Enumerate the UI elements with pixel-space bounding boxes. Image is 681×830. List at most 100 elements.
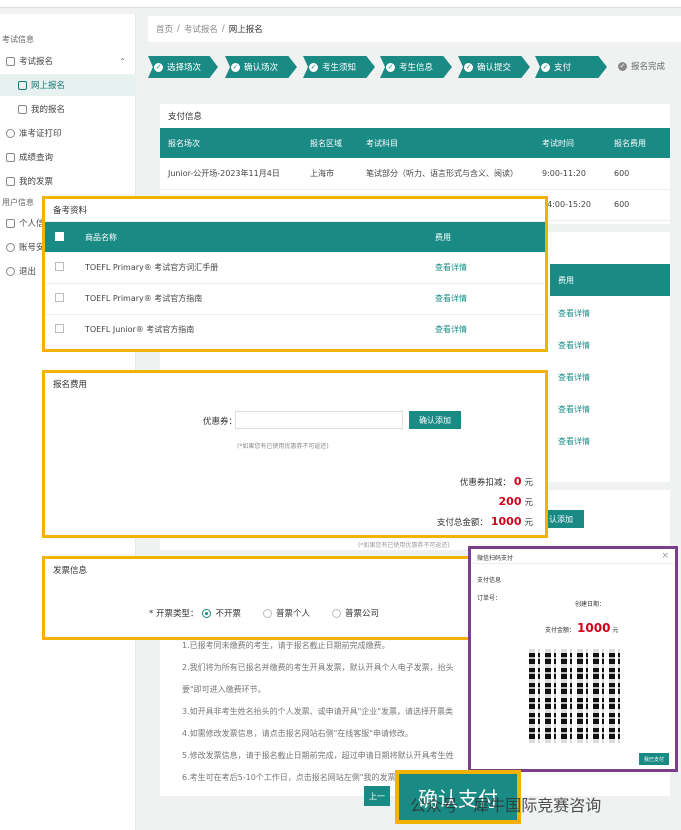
- step-label: 选择场次: [167, 63, 202, 73]
- check-icon: ✓: [386, 62, 395, 72]
- details-link[interactable]: 查看详情: [558, 436, 590, 447]
- watermark-text: 公众号 · 犀牛国际竞赛咨询: [410, 796, 602, 815]
- row-checkbox[interactable]: [55, 293, 64, 302]
- column-header: 费用: [427, 222, 545, 252]
- sidebar-item-score-query[interactable]: 成绩查询: [0, 146, 136, 168]
- select-cell: [45, 283, 77, 315]
- breadcrumb-separator: /: [177, 24, 180, 34]
- details-link[interactable]: 查看详情: [558, 340, 590, 351]
- sidebar-item-label: 账号安: [19, 243, 45, 253]
- order-label: 订单号：: [477, 595, 502, 602]
- discount-row: 优惠券扣减： 0 元: [460, 475, 533, 488]
- column-header: 考试科目: [358, 128, 534, 158]
- row-checkbox[interactable]: [55, 261, 64, 271]
- invoice-option-personal-radio[interactable]: [262, 608, 272, 618]
- check-icon: ✓: [618, 61, 627, 71]
- breadcrumb-separator: /: [221, 24, 225, 34]
- coupon-note-bg: (*如果您有已使用优惠券不可返还): [358, 542, 450, 549]
- power-icon: [6, 266, 15, 276]
- table-cell: Junior-公开场-2023年11月4日: [160, 158, 302, 190]
- unit-label: 元: [524, 478, 533, 488]
- breadcrumb-home[interactable]: 首页: [156, 23, 173, 35]
- amount-label: 支付金额：: [545, 627, 576, 634]
- breadcrumb-exam-register[interactable]: 考试报名: [184, 23, 218, 35]
- breadcrumb-current: 网上报名: [228, 25, 263, 35]
- sidebar-group-exam: 考试信息: [2, 35, 34, 44]
- product-name: TOEFL Primary® 考试官方词汇手册: [77, 252, 427, 284]
- table-cell: 笔试部分（听力、语言形式与含义、阅读）: [358, 158, 534, 190]
- select-all-cell: [45, 222, 77, 252]
- step-label: 报名完成: [631, 62, 666, 72]
- paid-button[interactable]: 我已支付: [639, 753, 669, 765]
- sidebar-item-label: 我的报名: [31, 105, 66, 115]
- column-header: 报名费用: [606, 128, 670, 158]
- invoice-option-label: 普票公司: [344, 609, 379, 619]
- sidebar-item-label: 成绩查询: [19, 153, 54, 163]
- top-bar: [0, 0, 681, 8]
- note-line: 5.修改发票信息，请于报名截止日期前完成，超过申请日期将默认开具考生姓: [182, 751, 454, 760]
- step-confirm-submit: ✓ 确认提交: [458, 56, 530, 78]
- step-complete: ✓ 报名完成: [618, 60, 665, 72]
- sidebar-item-admission-print[interactable]: 准考证打印: [0, 122, 136, 144]
- step-payment: ✓ 支付: [535, 56, 607, 78]
- column-header: 费用: [550, 264, 670, 296]
- sidebar-item-online-register[interactable]: 网上报名: [0, 74, 136, 96]
- print-icon: [6, 128, 15, 138]
- table-header-row: 商品名称 费用: [45, 222, 545, 252]
- amount-value: 1000: [577, 621, 611, 635]
- step-label: 支付: [554, 63, 572, 73]
- sidebar-item-my-register[interactable]: 我的报名: [0, 98, 136, 120]
- payment-info-title: 支付信息: [168, 112, 203, 122]
- step-label: 考生须知: [322, 63, 357, 73]
- details-link[interactable]: 查看详情: [558, 372, 590, 383]
- invoice-icon: [6, 176, 15, 186]
- note-line: 4.如需修改发票信息，请点击报名网站右侧"在线客服"申请修改。: [182, 729, 413, 738]
- edit-icon: [6, 56, 15, 66]
- details-link[interactable]: 查看详情: [427, 283, 545, 315]
- unit-label: 元: [612, 627, 619, 634]
- sidebar-group-user: 用户信息: [2, 198, 34, 207]
- discount-value: 0: [513, 475, 522, 488]
- discount-label: 优惠券扣减：: [459, 478, 511, 488]
- fees-title: 报名费用: [53, 380, 88, 390]
- date-label: 创建日期：: [575, 601, 606, 608]
- details-link[interactable]: 查看详情: [427, 314, 545, 346]
- sidebar-item-label: 准考证打印: [19, 129, 62, 139]
- check-icon: ✓: [309, 62, 318, 72]
- total-label: 支付总金额：: [436, 518, 488, 528]
- coupon-add-button[interactable]: 确认添加: [409, 411, 461, 429]
- step-label: 考生信息: [399, 63, 434, 73]
- select-cell: [45, 252, 77, 284]
- materials-panel: 备考资料 商品名称 费用 TOEFL Primary® 考试官方词汇手册 查看详…: [42, 196, 548, 352]
- details-link[interactable]: 查看详情: [558, 308, 590, 319]
- invoice-option-none-radio[interactable]: [202, 608, 212, 618]
- coupon-label: 优惠券：: [203, 417, 238, 427]
- coupon-input[interactable]: [235, 411, 403, 429]
- row-checkbox[interactable]: [55, 324, 64, 333]
- details-link[interactable]: 查看详情: [558, 404, 590, 415]
- sidebar-item-exam-register[interactable]: 考试报名 ⌃: [0, 50, 136, 72]
- sidebar-item-my-invoice[interactable]: 我的发票: [0, 170, 136, 192]
- table-row: TOEFL Junior® 考试官方指南 查看详情: [45, 314, 545, 346]
- step-confirm-session: ✓ 确认场次: [225, 56, 297, 78]
- note-line: 要"即可进入缴费环节。: [182, 685, 266, 694]
- total-value: 1000: [490, 515, 522, 528]
- check-icon: ✓: [541, 62, 550, 72]
- invoice-option-company-radio[interactable]: [331, 608, 341, 618]
- sidebar-item-label: 考试报名: [19, 57, 54, 67]
- previous-button[interactable]: 上一: [364, 786, 390, 806]
- close-icon[interactable]: ×: [661, 551, 669, 561]
- product-name: TOEFL Junior® 考试官方指南: [77, 314, 427, 346]
- breadcrumb: 首页 / 考试报名 / 网上报名: [148, 16, 681, 42]
- details-link[interactable]: 查看详情: [427, 252, 545, 284]
- dialog-section-title: 支付信息: [477, 577, 502, 584]
- invoice-notes: 1.已报考同未缴费的考生，请于报名截止日期前完成缴费。 2.我们将为所有已报名并…: [182, 636, 472, 790]
- progress-steps: ✓ 选择场次 ✓ 确认场次 ✓ 考生须知 ✓ 考生信息 ✓ 确认提交 ✓ 支付 ✓ 报名完成: [148, 56, 681, 82]
- sidebar-item-label: 我的发票: [19, 177, 54, 187]
- materials-table: 商品名称 费用 TOEFL Primary® 考试官方词汇手册 查看详情 TOE…: [45, 222, 545, 346]
- select-all-checkbox[interactable]: [55, 231, 64, 241]
- invoice-option-label: 不开票: [215, 609, 241, 619]
- sidebar-item-label: 退出: [19, 267, 37, 277]
- step-label: 确认场次: [244, 63, 279, 73]
- step-select-session: ✓ 选择场次: [148, 56, 218, 78]
